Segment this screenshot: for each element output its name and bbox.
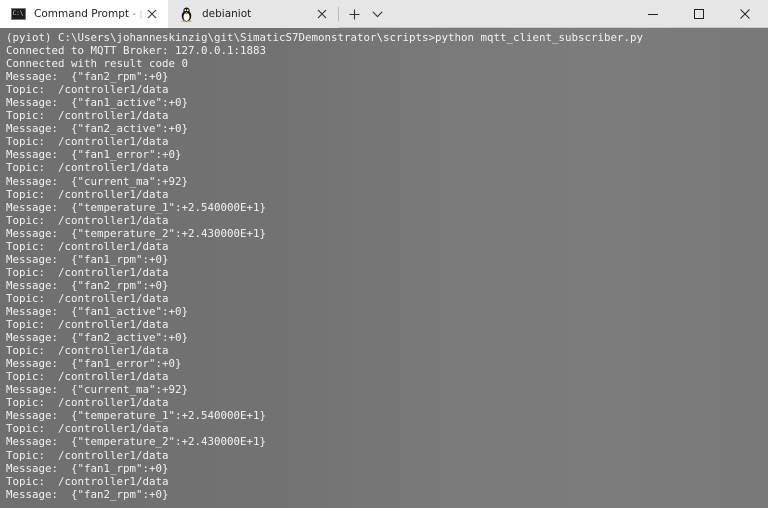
terminal-line: Message: {"fan1_error":+0} [6, 357, 182, 371]
terminal-line: Topic: /controller1/data [6, 265, 169, 279]
maximize-icon [694, 9, 704, 19]
close-tab-icon[interactable] [314, 6, 330, 22]
linux-penguin-icon [178, 6, 194, 22]
terminal-line: Message: {"fan1_active":+0} [6, 304, 189, 318]
minimize-button[interactable] [630, 0, 676, 28]
terminal-line: Topic: /controller1/data [6, 422, 169, 436]
terminal-line: Message: {"temperature_2":+2.430000E+1} [6, 226, 267, 240]
terminal-line: Message: {"fan2_rpm":+0} [6, 487, 169, 501]
terminal-line: Message: {"fan2_active":+0} [6, 331, 189, 345]
terminal-line: Topic: /controller1/data [6, 213, 169, 227]
terminal-line: Message: {"fan2_active":+0} [6, 122, 189, 136]
terminal-line: Message: {"fan2_rpm":+0} [6, 70, 169, 84]
terminal-line: Message: {"temperature_1":+2.540000E+1} [6, 409, 267, 423]
terminal-line: Topic: /controller1/data [6, 239, 169, 253]
terminal-line: Topic: /controller1/data [6, 344, 169, 358]
close-icon [740, 9, 750, 19]
terminal-line: Connected to MQTT Broker: 127.0.0.1:1883 [6, 44, 267, 58]
terminal-line: Topic: /controller1/data [6, 318, 169, 332]
terminal-line: Connected with result code 0 [6, 57, 189, 71]
tab-command-prompt[interactable]: C:\ Command Prompt - python mqtt_client_… [0, 0, 168, 28]
terminal-line: Topic: /controller1/data [6, 291, 169, 305]
terminal-line: Topic: /controller1/data [6, 161, 169, 175]
terminal-line: Message: {"fan1_rpm":+0} [6, 252, 169, 266]
terminal-line: Message: {"fan1_error":+0} [6, 148, 182, 162]
close-window-button[interactable] [722, 0, 768, 28]
terminal-line: Message: {"temperature_1":+2.540000E+1} [6, 200, 267, 214]
terminal-output[interactable]: (pyiot) C:\Users\johanneskinzig\git\Sima… [6, 31, 762, 506]
tab-label: Command Prompt - python mqtt_client_subs… [34, 8, 144, 20]
terminal-window: C:\ Command Prompt - python mqtt_client_… [0, 0, 768, 508]
maximize-button[interactable] [676, 0, 722, 28]
close-tab-icon[interactable] [144, 6, 160, 22]
cmd-prompt-icon: C:\ [10, 6, 26, 22]
minimize-icon [648, 14, 658, 15]
plus-icon [349, 9, 359, 19]
terminal-line: Topic: /controller1/data [6, 109, 169, 123]
terminal-line: Topic: /controller1/data [6, 370, 169, 384]
terminal-line: Topic: /controller1/data [6, 448, 169, 462]
terminal-line: Message: {"fan2_rpm":+0} [6, 278, 169, 292]
terminal-line: Topic: /controller1/data [6, 474, 169, 488]
tab-label: debianiot [202, 8, 252, 20]
terminal-line: Message: {"current_ma":+92} [6, 383, 189, 397]
chevron-down-icon [371, 10, 383, 17]
title-bar[interactable]: C:\ Command Prompt - python mqtt_client_… [0, 0, 768, 28]
terminal-line: Topic: /controller1/data [6, 187, 169, 201]
tab-divider [338, 7, 339, 21]
tab-debianiot[interactable]: debianiot [168, 0, 338, 28]
terminal-line: Message: {"fan1_rpm":+0} [6, 461, 169, 475]
terminal-line: Topic: /controller1/data [6, 83, 169, 97]
cmd-prompt-icon-glyph: C:\ [10, 8, 26, 20]
terminal-line: Topic: /controller1/data [6, 135, 169, 149]
profile-dropdown-button[interactable] [367, 4, 387, 24]
terminal-line: Message: {"temperature_2":+2.430000E+1} [6, 435, 267, 449]
terminal-line: (pyiot) C:\Users\johanneskinzig\git\Sima… [6, 31, 644, 44]
new-tab-button[interactable] [344, 4, 364, 24]
terminal-line: Topic: /controller1/data [6, 396, 169, 410]
terminal-line: Message: {"fan1_active":+0} [6, 96, 189, 110]
terminal-line: Message: {"current_ma":+92} [6, 174, 189, 188]
